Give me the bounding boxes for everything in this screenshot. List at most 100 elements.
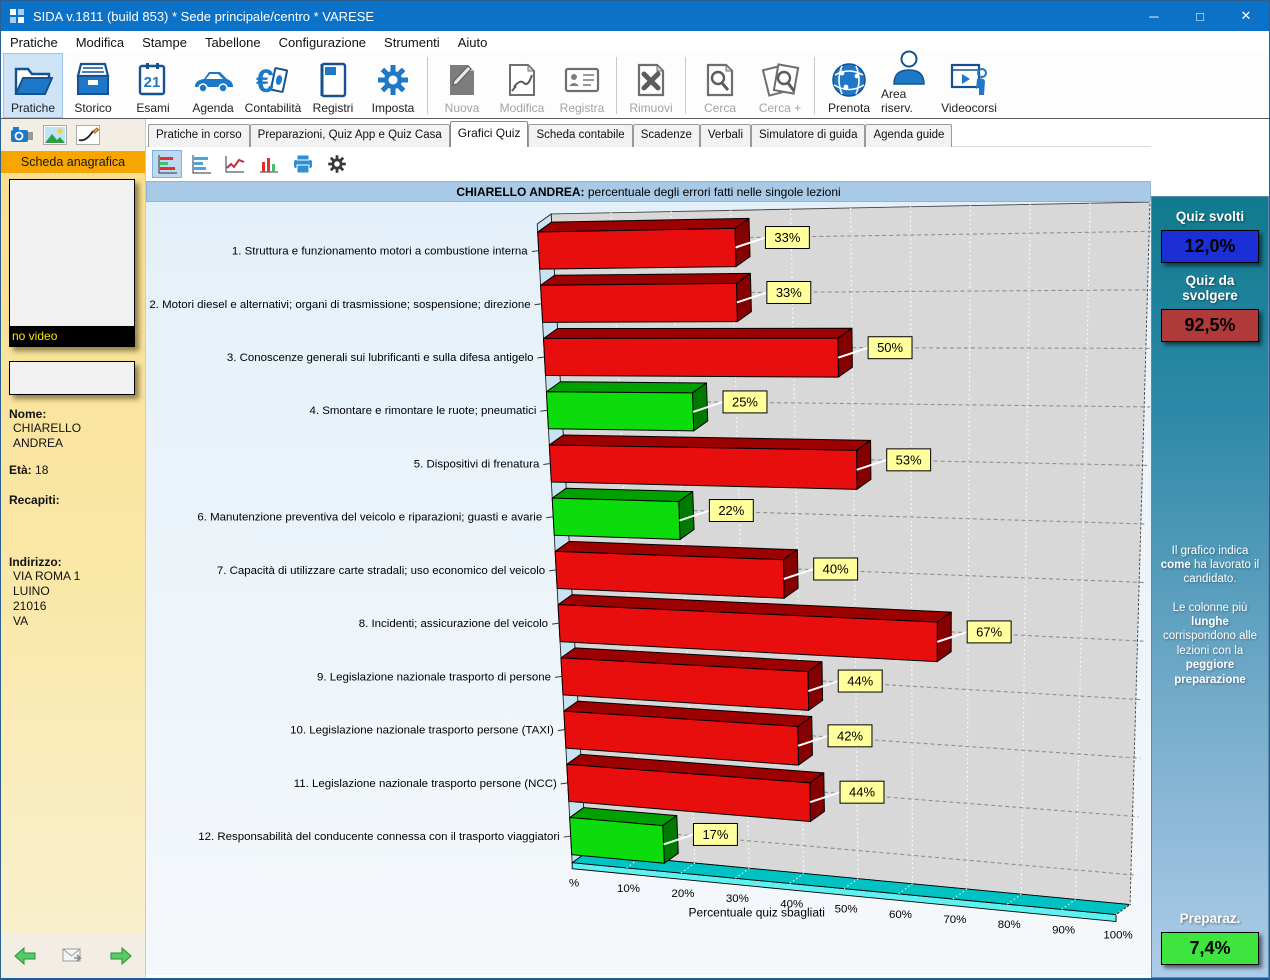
toolbar-separator <box>427 57 428 114</box>
toolbar-registri-button[interactable]: Registri <box>303 53 363 118</box>
preparazione-label: Preparaz. <box>1180 911 1241 927</box>
signature-icon[interactable] <box>75 124 101 146</box>
name-value-line1: CHIARELLO <box>9 421 137 436</box>
toolbar-contabilit-button[interactable]: €Contabilità <box>243 53 303 118</box>
x-tick-label: 10% <box>617 883 640 895</box>
chart-title-bar: CHIARELLO ANDREA: percentuale degli erro… <box>146 181 1151 202</box>
category-label: 5. Dispositivi di frenatura <box>414 458 540 470</box>
value-label: 33% <box>765 227 809 249</box>
address-line: VIA ROMA 1 <box>9 569 137 584</box>
no-video-banner: no video <box>9 327 135 347</box>
photo-icon[interactable] <box>42 124 68 146</box>
toolbar-agenda-button[interactable]: Agenda <box>183 53 243 118</box>
x-axis-title: Percentuale quiz sbagliati <box>689 906 825 920</box>
toolbar-item-label: Contabilità <box>245 101 302 115</box>
chart-vbars-icon[interactable] <box>254 150 284 178</box>
toolbar-item-label: Videocorsi <box>941 101 997 115</box>
tab-preparazioni-quiz-app-e-quiz-casa[interactable]: Preparazioni, Quiz App e Quiz Casa <box>250 124 450 147</box>
toolbar-area-riserv-button[interactable]: Area riserv. <box>879 53 939 118</box>
chart-area: 33%33%50%25%53%22%40%67%44%42%44%17%1. S… <box>146 202 1151 978</box>
name-label: Nome: <box>9 407 46 421</box>
camera-icon[interactable] <box>9 124 35 146</box>
euro-icon: € <box>253 59 293 101</box>
svg-text:53%: 53% <box>896 452 922 467</box>
menu-stampe[interactable]: Stampe <box>133 33 196 52</box>
app-window: SIDA v.1811 (build 853) * Sede principal… <box>0 0 1270 980</box>
category-label: 7. Capacità di utilizzare carte stradali… <box>217 565 545 577</box>
chart-hbars-blue-icon[interactable] <box>186 150 216 178</box>
menu-bar: PraticheModificaStampeTabelloneConfigura… <box>1 31 1269 53</box>
scheda-anagrafica-header: Scheda anagrafica <box>1 151 145 173</box>
bar-lesson-12 <box>570 808 679 864</box>
minimize-button[interactable]: ─ <box>1131 1 1177 31</box>
toolbar-nuova-button: Nuova <box>432 53 492 118</box>
toolbar-esami-button[interactable]: 21 Esami <box>123 53 183 118</box>
toolbar-pratiche-button[interactable]: Pratiche <box>3 53 63 118</box>
menu-aiuto[interactable]: Aiuto <box>449 33 497 52</box>
category-label: 2. Motori diesel e alternativi; organi d… <box>149 299 530 311</box>
contacts-label: Recapiti: <box>9 493 60 507</box>
x-tick-label: 70% <box>943 914 966 926</box>
svg-text:33%: 33% <box>774 230 800 245</box>
menu-strumenti[interactable]: Strumenti <box>375 33 449 52</box>
prev-record-arrow-icon[interactable] <box>13 947 37 965</box>
value-label: 44% <box>840 781 884 803</box>
age-field: Età: 18 <box>9 463 137 477</box>
tab-grafici-quiz[interactable]: Grafici Quiz <box>450 121 529 147</box>
toolbar-item-label: Pratiche <box>11 101 55 115</box>
record-navigation <box>1 934 145 978</box>
category-label: 6. Manutenzione preventiva del veicolo e… <box>197 512 542 524</box>
close-button[interactable]: ✕ <box>1223 1 1269 31</box>
address-field: Indirizzo: VIA ROMA 1LUINO21016VA <box>9 555 137 629</box>
toolbar-storico-button[interactable]: Storico <box>63 53 123 118</box>
value-label: 50% <box>868 337 912 359</box>
left-sidebar: Scheda anagrafica no video Nome: CHIAREL… <box>1 119 146 978</box>
menu-tabellone[interactable]: Tabellone <box>196 33 270 52</box>
maximize-button[interactable]: □ <box>1177 1 1223 31</box>
car-icon <box>193 59 233 101</box>
tab-scheda-contabile[interactable]: Scheda contabile <box>528 124 632 147</box>
name-field: Nome: CHIARELLO ANDREA <box>9 407 137 451</box>
menu-modifica[interactable]: Modifica <box>67 33 133 52</box>
next-record-arrow-icon[interactable] <box>109 947 133 965</box>
search-doc-icon <box>700 59 740 101</box>
x-tick-label: 30% <box>726 893 749 905</box>
svg-text:21: 21 <box>144 74 161 91</box>
student-photo-placeholder <box>9 179 135 327</box>
menu-pratiche[interactable]: Pratiche <box>1 33 67 52</box>
print-icon[interactable] <box>288 150 318 178</box>
toolbar-item-label: Esami <box>136 101 169 115</box>
send-email-icon[interactable] <box>62 948 84 964</box>
chart-info-text-2: Le colonne più lunghe corrispondono alle… <box>1158 601 1262 687</box>
toolbar-imposta-button[interactable]: Imposta <box>363 53 423 118</box>
toolbar-separator <box>814 57 815 114</box>
tab-simulatore-di-guida[interactable]: Simulatore di guida <box>751 124 865 147</box>
chart-line-icon[interactable] <box>220 150 250 178</box>
chart-toolbar <box>146 146 1151 181</box>
svg-text:44%: 44% <box>847 674 873 689</box>
svg-text:22%: 22% <box>718 503 744 518</box>
category-label: 1. Struttura e funzionamento motori a co… <box>232 246 528 258</box>
category-label: 10. Legislazione nazionale trasporto per… <box>290 725 554 737</box>
address-line: VA <box>9 614 137 629</box>
menu-configurazione[interactable]: Configurazione <box>270 33 375 52</box>
bar-lesson-2 <box>541 273 752 322</box>
value-label: 33% <box>767 282 811 304</box>
toolbar-prenota-button[interactable]: Prenota <box>819 53 879 118</box>
toolbar-item-label: Modifica <box>500 101 545 115</box>
value-label: 44% <box>838 670 882 692</box>
signature-box <box>9 361 135 395</box>
value-label: 40% <box>814 558 858 580</box>
toolbar-item-label: Area riserv. <box>881 87 937 115</box>
chart-hbars-colored-icon[interactable] <box>152 150 182 178</box>
tab-scadenze[interactable]: Scadenze <box>633 124 700 147</box>
x-tick-label: 20% <box>671 888 694 900</box>
chart-settings-icon[interactable] <box>322 150 352 178</box>
toolbar-videocorsi-button[interactable]: Videocorsi <box>939 53 999 118</box>
tab-verbali[interactable]: Verbali <box>700 124 751 147</box>
toolbar-separator <box>685 57 686 114</box>
x-tick-label: % <box>569 878 579 890</box>
tab-agenda-guide[interactable]: Agenda guide <box>865 124 952 147</box>
tab-pratiche-in-corso[interactable]: Pratiche in corso <box>148 124 250 147</box>
toolbar-item-label: Rimuovi <box>629 101 672 115</box>
